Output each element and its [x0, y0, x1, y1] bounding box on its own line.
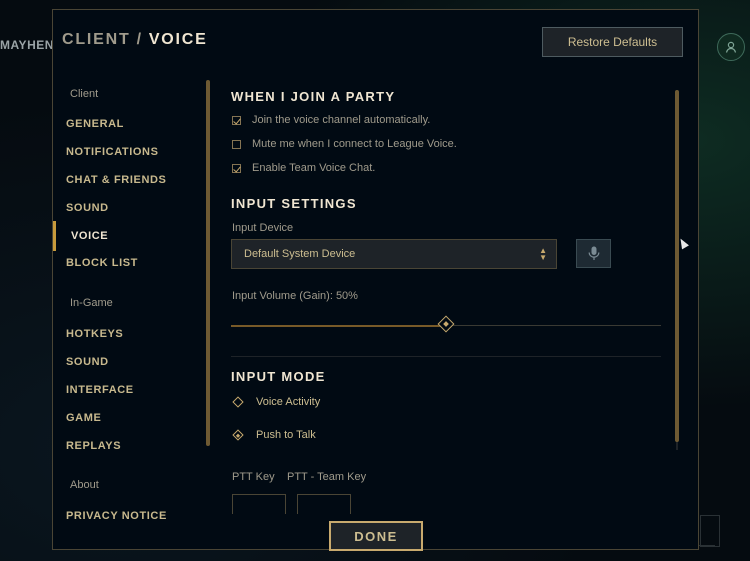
team-voice-chat-option[interactable]: Enable Team Voice Chat.: [232, 162, 375, 174]
sidebar-item-notifications[interactable]: NOTIFICATIONS: [66, 146, 159, 158]
mute-on-connect-label: Mute me when I connect to League Voice.: [252, 138, 457, 150]
sidebar-item-sound[interactable]: SOUND: [66, 202, 109, 214]
ptt-team-key-binding[interactable]: [297, 494, 351, 514]
sidebar-item-game[interactable]: GAME: [66, 412, 101, 424]
ptt-key-binding[interactable]: [232, 494, 286, 514]
voice-activity-label: Voice Activity: [256, 396, 321, 408]
push-to-talk-option[interactable]: Push to Talk: [232, 429, 316, 441]
sidebar-item-general[interactable]: GENERAL: [66, 118, 124, 130]
breadcrumb: CLIENT / VOICE: [62, 31, 208, 49]
push-to-talk-label: Push to Talk: [256, 429, 316, 441]
input-device-value: Default System Device: [244, 248, 356, 260]
join-voice-auto-checkbox[interactable]: [232, 115, 241, 125]
sidebar-item-privacy-notice[interactable]: PRIVACY NOTICE: [66, 510, 167, 522]
ptt-key-label: PTT Key: [232, 471, 275, 483]
party-section-title: WHEN I JOIN A PARTY: [231, 89, 396, 104]
input-volume-fill: [231, 325, 446, 327]
input-volume-label: Input Volume (Gain): 50%: [232, 290, 358, 302]
voice-activity-option[interactable]: Voice Activity: [232, 396, 321, 408]
input-volume-handle[interactable]: [437, 315, 455, 333]
section-divider: [231, 356, 661, 357]
breadcrumb-separator: /: [136, 31, 143, 48]
sidebar-item-chat-friends[interactable]: CHAT & FRIENDS: [66, 174, 166, 186]
input-device-label: Input Device: [232, 222, 294, 234]
push-to-talk-radio[interactable]: [232, 429, 244, 441]
microphone-icon: [588, 246, 599, 260]
sidebar-item-ingame-sound[interactable]: SOUND: [66, 356, 109, 368]
sidebar-item-hotkeys[interactable]: HOTKEYS: [66, 328, 123, 340]
background-partial-label: MAYHEN: [0, 38, 54, 52]
join-voice-auto-label: Join the voice channel automatically.: [252, 114, 431, 126]
breadcrumb-parent: CLIENT: [62, 31, 131, 48]
input-settings-title: INPUT SETTINGS: [231, 196, 357, 211]
sidebar-scrollbar[interactable]: [206, 80, 210, 446]
input-device-select[interactable]: Default System Device ▲ ▼: [231, 239, 557, 269]
background-panel-edge: [700, 515, 720, 547]
mic-test-button[interactable]: [576, 239, 611, 268]
join-voice-auto-option[interactable]: Join the voice channel automatically.: [232, 114, 430, 126]
sidebar-section-about: About: [70, 479, 99, 491]
done-button[interactable]: DONE: [329, 521, 423, 551]
sidebar-active-indicator: [53, 221, 56, 251]
chevron-updown-icon: ▲ ▼: [539, 246, 547, 262]
friend-avatar-icon[interactable]: [717, 33, 745, 61]
breadcrumb-current: VOICE: [148, 31, 208, 48]
sidebar-item-replays[interactable]: REPLAYS: [66, 440, 121, 452]
settings-modal: CLIENT / VOICE Restore Defaults Client GEN…: [52, 9, 699, 551]
team-voice-chat-label: Enable Team Voice Chat.: [252, 162, 376, 174]
sidebar-item-interface[interactable]: INTERFACE: [66, 384, 134, 396]
sidebar-section-ingame: In-Game: [70, 297, 113, 309]
input-mode-title: INPUT MODE: [231, 369, 326, 384]
voice-activity-radio[interactable]: [232, 396, 244, 408]
sidebar-section-client: Client: [70, 88, 99, 100]
restore-defaults-button[interactable]: Restore Defaults: [542, 27, 683, 57]
mute-on-connect-option[interactable]: Mute me when I connect to League Voice.: [232, 138, 457, 150]
sidebar-item-voice[interactable]: VOICE: [71, 230, 108, 242]
ptt-team-key-label: PTT - Team Key: [287, 471, 367, 483]
mute-on-connect-checkbox[interactable]: [232, 139, 241, 149]
team-voice-chat-checkbox[interactable]: [232, 163, 241, 173]
sidebar-item-block-list[interactable]: BLOCK LIST: [66, 257, 138, 269]
content-scrollbar[interactable]: [675, 90, 679, 442]
